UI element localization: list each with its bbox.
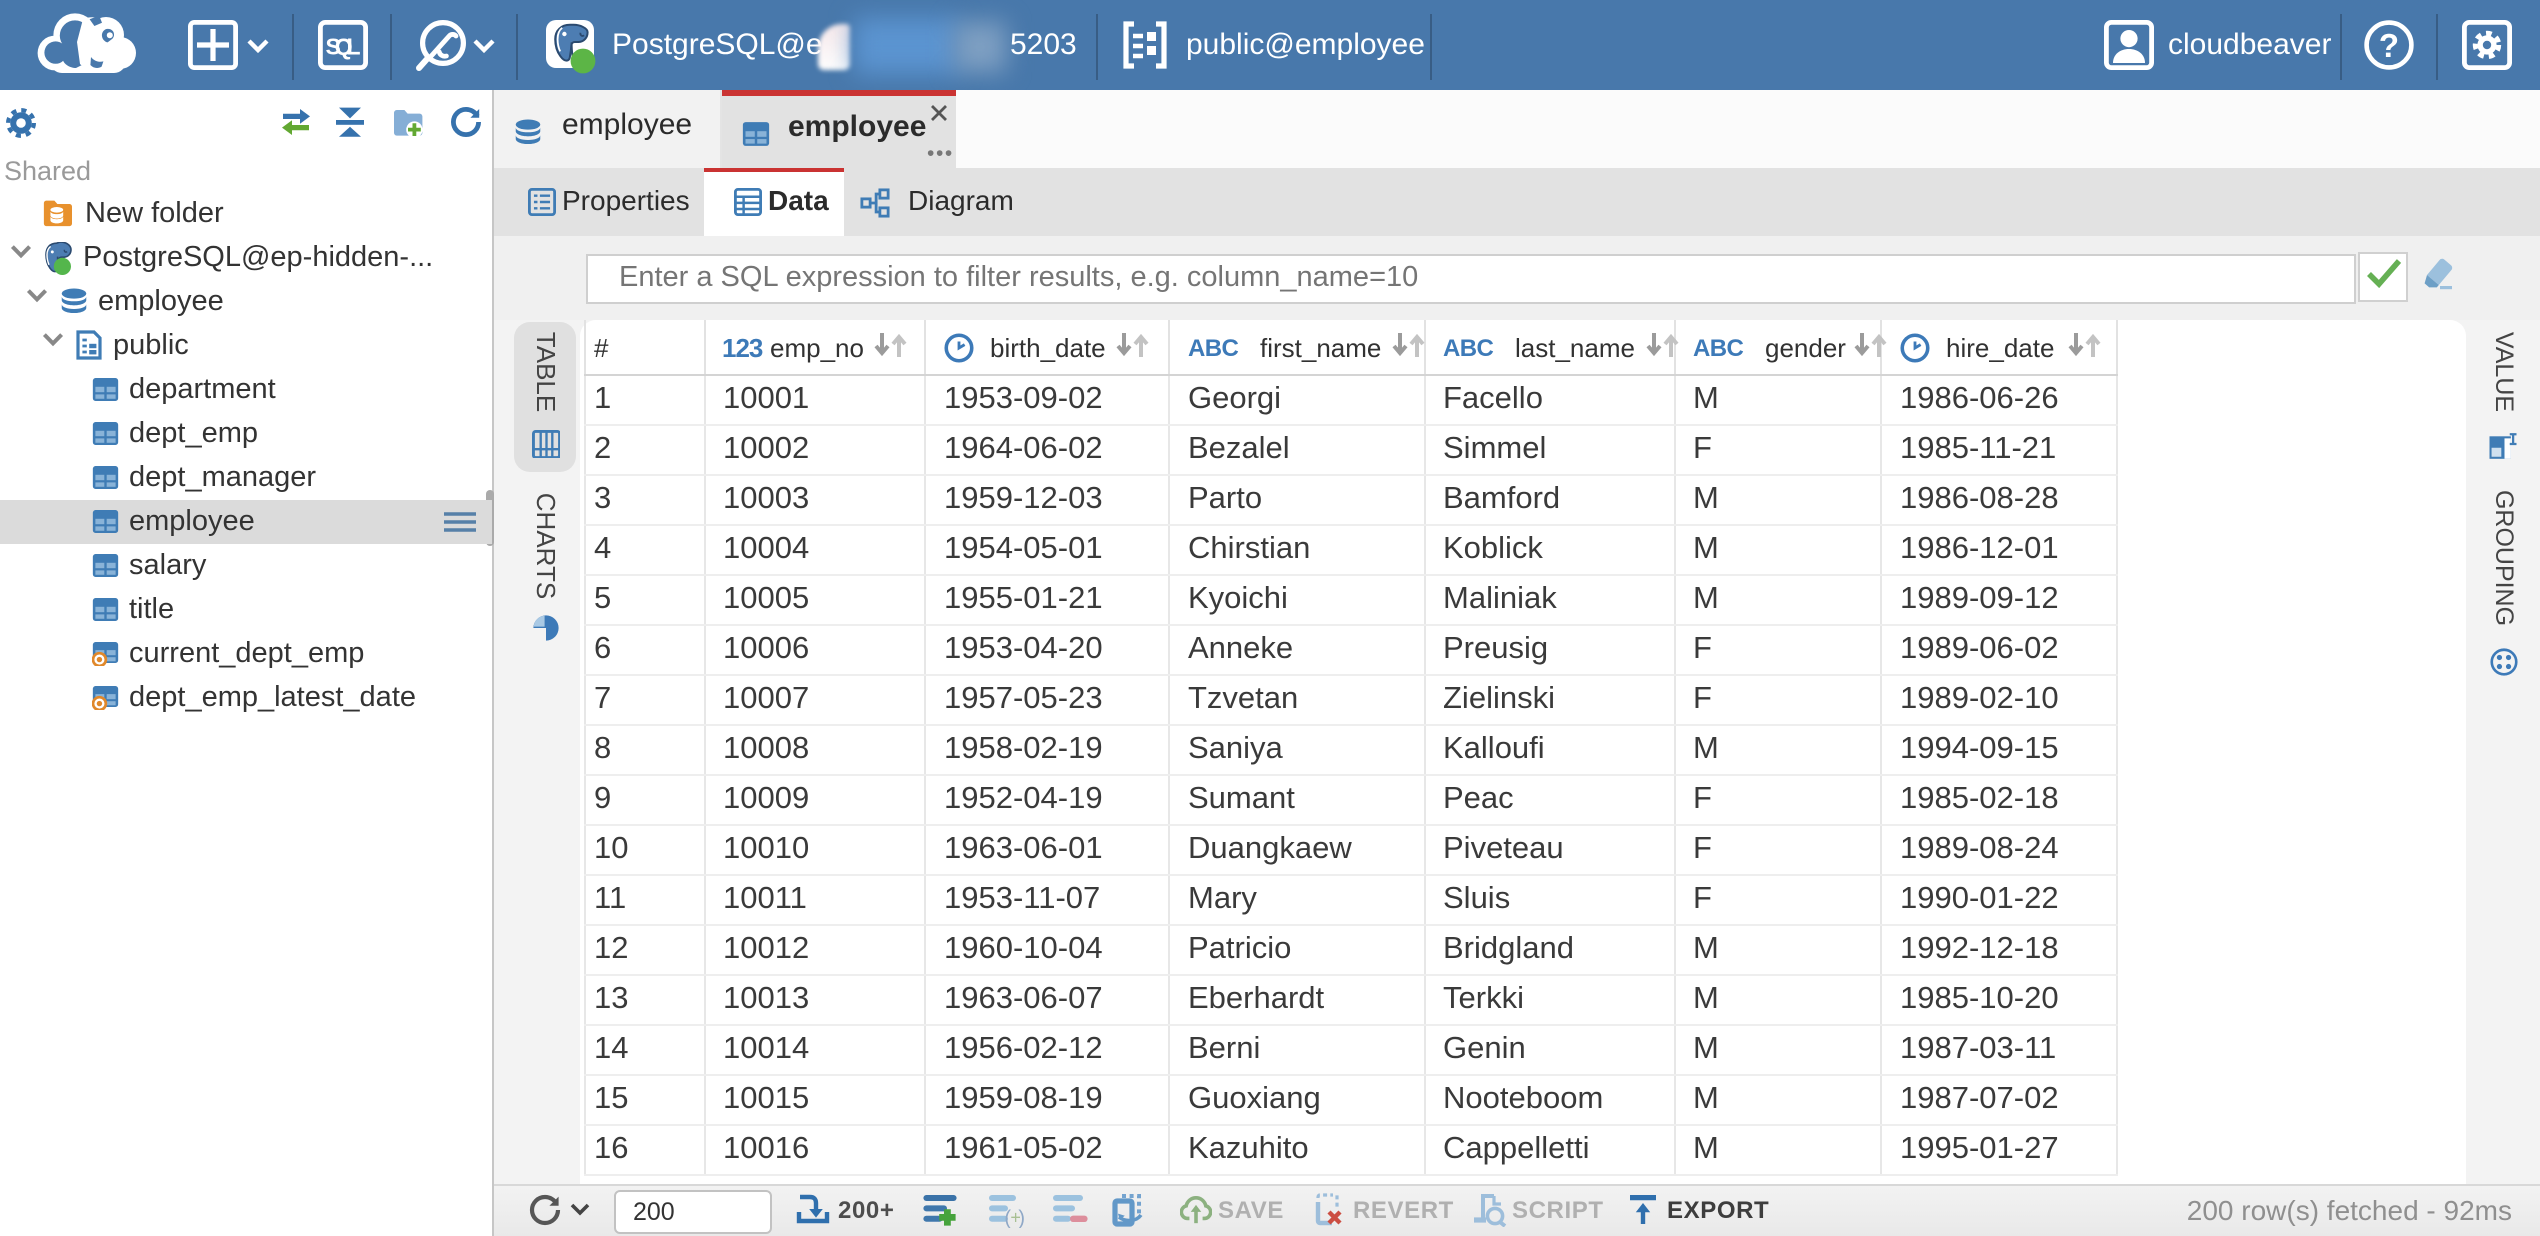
svg-text:SQL: SQL <box>326 33 361 59</box>
svg-text:?: ? <box>2378 27 2398 64</box>
svg-text:): ) <box>1018 1208 1025 1229</box>
